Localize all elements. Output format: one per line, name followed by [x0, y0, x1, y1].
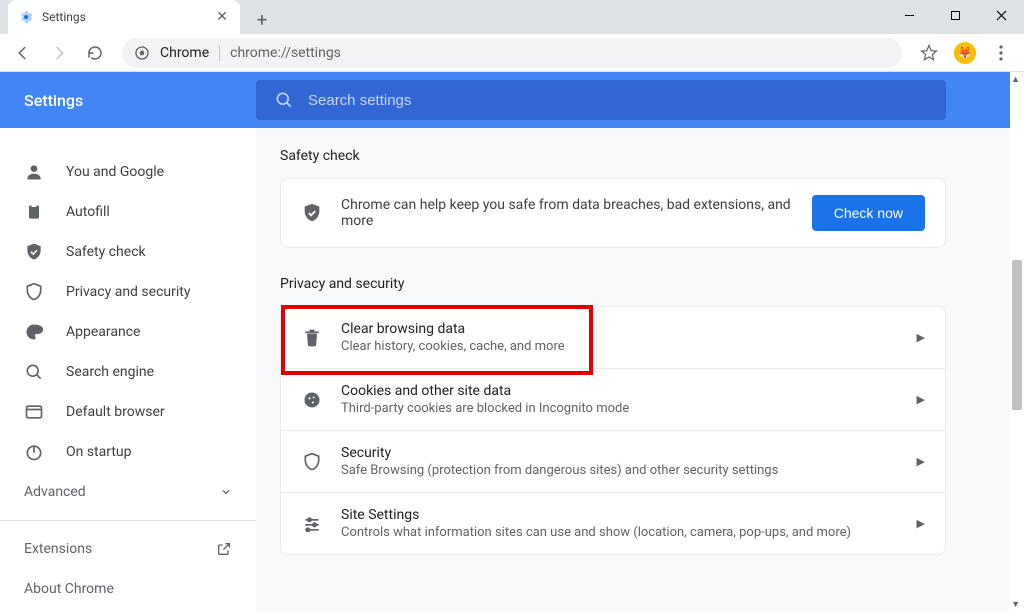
- back-button[interactable]: [8, 38, 38, 68]
- scroll-down-arrow[interactable]: ▼: [1011, 599, 1020, 610]
- chevron-down-icon: [220, 486, 232, 498]
- row-subtitle: Third-party cookies are blocked in Incog…: [341, 401, 899, 416]
- window-controls: [886, 0, 1024, 34]
- row-site-settings[interactable]: Site Settings Controls what information …: [281, 492, 945, 554]
- row-title: Cookies and other site data: [341, 383, 899, 399]
- kebab-menu-icon[interactable]: [986, 38, 1016, 68]
- browser-icon: [24, 402, 44, 422]
- sidebar-item-privacy[interactable]: Privacy and security: [0, 272, 256, 312]
- sidebar-item-safety-check[interactable]: Safety check: [0, 232, 256, 272]
- privacy-security-heading: Privacy and security: [280, 276, 946, 292]
- row-cookies[interactable]: Cookies and other site data Third-party …: [281, 368, 945, 430]
- reload-button[interactable]: [80, 38, 110, 68]
- tab-close-icon[interactable]: ✕: [214, 9, 230, 25]
- chevron-right-icon: ▶: [917, 455, 925, 468]
- search-icon: [274, 90, 294, 110]
- row-title: Site Settings: [341, 507, 899, 523]
- tab-settings[interactable]: Settings ✕: [8, 0, 240, 34]
- new-tab-button[interactable]: +: [248, 6, 276, 34]
- cookie-icon: [301, 390, 323, 410]
- page-content: ▲ ▼ Settings You and Google Autofill: [0, 72, 1024, 612]
- chevron-right-icon: ▶: [917, 393, 925, 406]
- sidebar-item-label: Autofill: [66, 204, 110, 220]
- sidebar-item-label: Privacy and security: [66, 284, 190, 300]
- browser-toolbar: Chrome chrome://settings 🦊: [0, 34, 1024, 72]
- clipboard-icon: [24, 202, 44, 222]
- sidebar-item-on-startup[interactable]: On startup: [0, 432, 256, 472]
- sidebar-item-label: You and Google: [66, 164, 164, 180]
- person-icon: [24, 162, 44, 182]
- scroll-up-arrow[interactable]: ▲: [1011, 74, 1020, 85]
- privacy-list-card: Clear browsing data Clear history, cooki…: [280, 306, 946, 555]
- search-settings-input[interactable]: [308, 92, 928, 109]
- sidebar-item-label: Search engine: [66, 364, 154, 380]
- check-now-button[interactable]: Check now: [812, 195, 925, 231]
- profile-avatar[interactable]: 🦊: [950, 38, 980, 68]
- shield-icon: [24, 282, 44, 302]
- row-security[interactable]: Security Safe Browsing (protection from …: [281, 430, 945, 492]
- browser-window: Settings ✕ + Chrome chrome://settings 🦊: [0, 0, 1024, 612]
- sidebar-item-label: Safety check: [66, 244, 146, 260]
- sidebar-about-chrome[interactable]: About Chrome: [0, 569, 256, 609]
- sidebar-extensions-label: Extensions: [24, 541, 92, 557]
- chrome-globe-icon: [134, 45, 150, 61]
- row-title: Clear browsing data: [341, 321, 899, 337]
- settings-sidebar: You and Google Autofill Safety check Pri…: [0, 128, 256, 612]
- settings-header: Settings: [0, 72, 1010, 128]
- power-icon: [24, 442, 44, 462]
- omnibox-origin: Chrome: [160, 45, 209, 61]
- row-subtitle: Controls what information sites can use …: [341, 525, 899, 540]
- address-bar[interactable]: Chrome chrome://settings: [122, 38, 902, 68]
- bookmark-star-icon[interactable]: [914, 38, 944, 68]
- page-title: Settings: [0, 91, 256, 110]
- sidebar-item-autofill[interactable]: Autofill: [0, 192, 256, 232]
- vertical-scrollbar[interactable]: [1010, 116, 1024, 596]
- row-subtitle: Safe Browsing (protection from dangerous…: [341, 463, 899, 478]
- search-settings-bar[interactable]: [256, 80, 946, 120]
- shield-icon: [301, 452, 323, 472]
- shield-check-icon: [24, 242, 44, 262]
- chevron-right-icon: ▶: [917, 517, 925, 530]
- palette-icon: [24, 322, 44, 342]
- magnifier-icon: [24, 362, 44, 382]
- sidebar-item-you-and-google[interactable]: You and Google: [0, 152, 256, 192]
- safety-check-heading: Safety check: [280, 148, 946, 164]
- external-link-icon: [216, 541, 232, 557]
- safety-check-card: Chrome can help keep you safe from data …: [280, 178, 946, 248]
- tab-title: Settings: [42, 10, 206, 24]
- settings-main: Safety check Chrome can help keep you sa…: [256, 128, 1010, 612]
- sidebar-item-label: Appearance: [66, 324, 140, 340]
- sidebar-item-appearance[interactable]: Appearance: [0, 312, 256, 352]
- sidebar-item-label: On startup: [66, 444, 132, 460]
- sidebar-advanced-label: Advanced: [24, 484, 86, 500]
- shield-check-icon: [301, 202, 323, 224]
- maximize-button[interactable]: [932, 0, 978, 30]
- safety-check-text: Chrome can help keep you safe from data …: [341, 197, 794, 229]
- row-clear-browsing-data[interactable]: Clear browsing data Clear history, cooki…: [281, 307, 945, 368]
- minimize-button[interactable]: [886, 0, 932, 30]
- omnibox-url: chrome://settings: [230, 45, 341, 61]
- sidebar-item-label: Default browser: [66, 404, 165, 420]
- settings-gear-icon: [18, 9, 34, 25]
- row-subtitle: Clear history, cookies, cache, and more: [341, 339, 899, 354]
- chevron-right-icon: ▶: [917, 331, 925, 344]
- trash-icon: [301, 328, 323, 348]
- sidebar-item-search-engine[interactable]: Search engine: [0, 352, 256, 392]
- sidebar-separator: [0, 520, 256, 521]
- close-window-button[interactable]: [978, 0, 1024, 30]
- sidebar-about-label: About Chrome: [24, 581, 114, 597]
- sidebar-advanced-toggle[interactable]: Advanced: [0, 472, 256, 512]
- omnibox-divider: [219, 45, 220, 61]
- row-title: Security: [341, 445, 899, 461]
- forward-button[interactable]: [44, 38, 74, 68]
- sliders-icon: [301, 514, 323, 534]
- sidebar-item-default-browser[interactable]: Default browser: [0, 392, 256, 432]
- sidebar-extensions[interactable]: Extensions: [0, 529, 256, 569]
- tab-strip: Settings ✕ +: [0, 0, 1024, 34]
